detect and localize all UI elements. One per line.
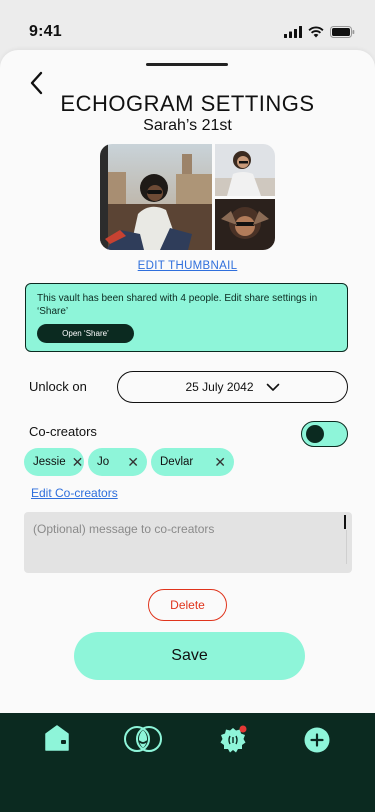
- add-icon: [304, 727, 330, 753]
- notification-badge-icon: [220, 725, 247, 753]
- text-cursor: [344, 515, 346, 529]
- cocreators-label: Co-creators: [29, 424, 97, 439]
- toggle-knob: [306, 425, 324, 443]
- status-bar: 9:41: [0, 0, 375, 50]
- nav-item-add[interactable]: [304, 727, 330, 758]
- nav-item-notifications[interactable]: [218, 725, 250, 760]
- cocreator-chip-label: Jo: [97, 456, 110, 468]
- unlock-date-value: 25 July 2042: [185, 380, 254, 394]
- delete-button[interactable]: Delete: [148, 589, 227, 621]
- signal-icon: [284, 26, 302, 38]
- cocreator-chip[interactable]: Devlar ✕: [151, 448, 234, 476]
- bottom-nav: [0, 713, 375, 812]
- thumbnail-photo-main: [100, 144, 212, 250]
- unlock-date-select[interactable]: 25 July 2042: [117, 371, 348, 403]
- page-subtitle: Sarah’s 21st: [143, 117, 232, 134]
- sheet-grabber[interactable]: [146, 63, 228, 66]
- remove-chip-icon[interactable]: ✕: [72, 455, 84, 469]
- open-share-button[interactable]: Open ‘Share’: [37, 324, 134, 343]
- settings-sheet: ECHOGRAM SETTINGS Sarah’s 21st EDIT THUM…: [0, 50, 375, 730]
- notification-dot: [239, 725, 247, 733]
- edit-thumbnail-link[interactable]: EDIT THUMBNAIL: [0, 260, 375, 272]
- cocreator-chip-label: Jessie: [33, 456, 66, 468]
- battery-icon: [330, 26, 355, 38]
- cocreator-chip-label: Devlar: [160, 456, 194, 468]
- echogram-icon: [124, 726, 162, 752]
- remove-chip-icon[interactable]: ✕: [127, 455, 139, 469]
- chevron-down-icon: [266, 383, 279, 391]
- thumbnail-photo-bottom-right: [215, 199, 275, 250]
- remove-chip-icon[interactable]: ✕: [214, 455, 226, 469]
- thumbnail-collage: [100, 144, 275, 250]
- share-notice-text: This vault has been shared with 4 people…: [37, 293, 318, 317]
- cocreators-toggle[interactable]: [301, 421, 348, 447]
- edit-cocreators-link[interactable]: Edit Co-creators: [31, 486, 118, 500]
- nav-item-echograms[interactable]: [123, 725, 163, 758]
- message-scrollbar[interactable]: [346, 530, 347, 564]
- cocreator-chip[interactable]: Jessie ✕: [24, 448, 84, 476]
- status-time: 9:41: [29, 23, 62, 40]
- save-button[interactable]: Save: [74, 632, 305, 680]
- status-icons: [284, 26, 355, 38]
- cocreator-chip[interactable]: Jo ✕: [88, 448, 147, 476]
- home-icon: [45, 725, 69, 751]
- unlock-label: Unlock on: [29, 379, 87, 394]
- page-title: ECHOGRAM SETTINGS: [60, 91, 315, 116]
- cocreator-message-input[interactable]: [24, 512, 352, 573]
- wifi-icon: [308, 26, 324, 38]
- share-notice: This vault has been shared with 4 people…: [25, 283, 348, 352]
- thumbnail-photo-top-right: [215, 144, 275, 196]
- nav-item-home[interactable]: [44, 724, 70, 757]
